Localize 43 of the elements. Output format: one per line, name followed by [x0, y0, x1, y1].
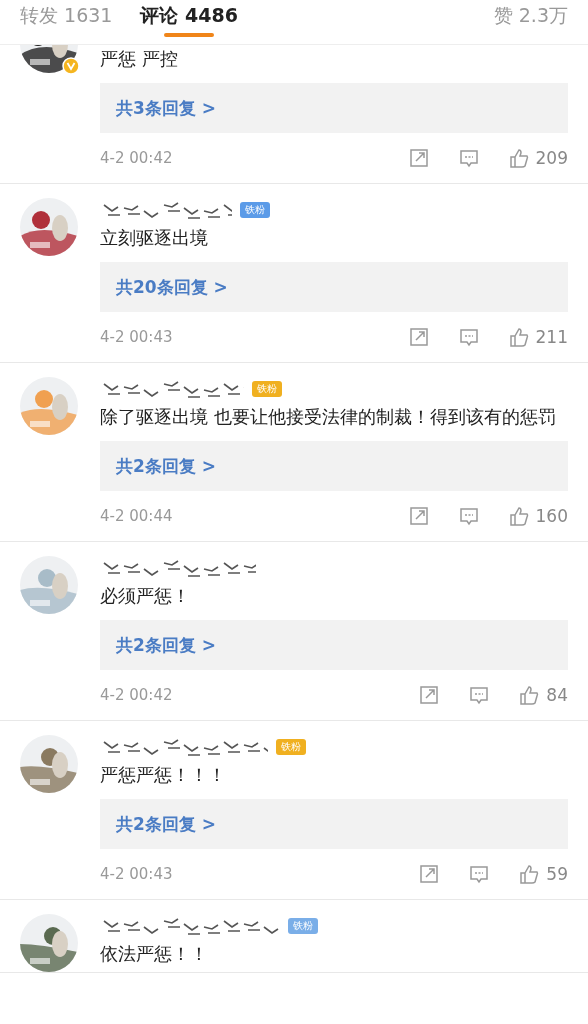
comment-icon[interactable] [468, 684, 491, 706]
comment-icon[interactable] [457, 326, 480, 348]
like-icon[interactable] [507, 147, 530, 169]
comment-text: 除了驱逐出境 也要让他接受法律的制裁！得到该有的惩罚 [100, 405, 557, 429]
fan-badge: 铁粉 [252, 381, 282, 397]
like-count: 209 [535, 148, 568, 168]
comment-time: 4-2 00:43 [100, 328, 174, 346]
like-count: 84 [546, 685, 568, 705]
share-icon[interactable] [407, 505, 430, 527]
comment-icon[interactable] [457, 147, 480, 169]
share-icon[interactable] [407, 326, 430, 348]
comment-time: 4-2 00:42 [100, 686, 174, 704]
fan-badge: 铁粉 [276, 739, 306, 755]
share-icon[interactable] [418, 863, 441, 885]
comment-text: 立刻驱逐出境 [100, 226, 209, 250]
comment-text: 严惩 严控 [100, 47, 179, 71]
share-icon[interactable] [407, 147, 430, 169]
replies-link[interactable]: 共2条回复 > [100, 620, 568, 670]
fan-badge: 铁粉 [240, 202, 270, 218]
likes-total[interactable]: 赞 2.3万 [493, 0, 568, 29]
comment-text: 严惩严惩！！！ [100, 763, 227, 787]
comment-text: 必须严惩！ [100, 584, 191, 608]
like-icon[interactable] [518, 684, 541, 706]
comment-icon[interactable] [457, 505, 480, 527]
comment-text: 依法严惩！！ [100, 942, 209, 966]
replies-link[interactable]: 共20条回复 > [100, 262, 568, 312]
comment-time: 4-2 00:42 [100, 149, 174, 167]
replies-link[interactable]: 共2条回复 > [100, 799, 568, 849]
fan-badge: 铁粉 [288, 918, 318, 934]
like-icon[interactable] [507, 505, 530, 527]
like-count: 160 [535, 506, 568, 526]
comment-icon[interactable] [468, 863, 491, 885]
tab[interactable]: 评论 4486 [140, 0, 238, 41]
like-count: 59 [546, 864, 568, 884]
like-count: 211 [535, 327, 568, 347]
replies-link[interactable]: 共3条回复 > [100, 83, 568, 133]
comment-time: 4-2 00:43 [100, 865, 174, 883]
comment-time: 4-2 00:44 [100, 507, 174, 525]
replies-link[interactable]: 共2条回复 > [100, 441, 568, 491]
like-icon[interactable] [518, 863, 541, 885]
like-icon[interactable] [507, 326, 530, 348]
tab[interactable]: 转发 1631 [20, 0, 113, 41]
share-icon[interactable] [418, 684, 441, 706]
